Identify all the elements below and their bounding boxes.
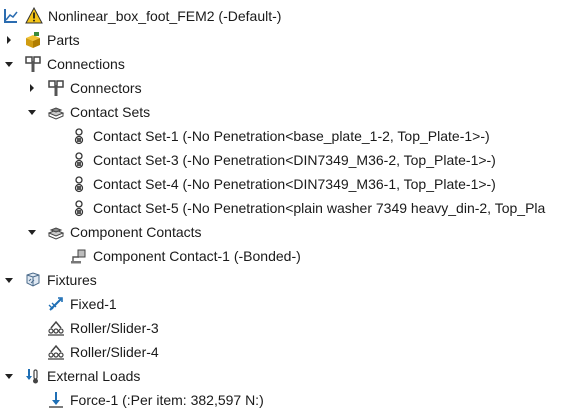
tree-item-fixtures[interactable]: Fixtures [0, 268, 564, 292]
tree-item-fixture[interactable]: Roller/Slider-3 [0, 316, 564, 340]
tree-item-contact-sets[interactable]: Contact Sets [0, 100, 564, 124]
parts-icon [24, 31, 42, 49]
chevron-down-icon[interactable] [3, 274, 15, 286]
tree-item-connectors[interactable]: Connectors [0, 76, 564, 100]
chevron-down-icon[interactable] [26, 106, 38, 118]
roller-slider-icon [47, 343, 65, 361]
chevron-right-icon[interactable] [3, 34, 15, 46]
tree-item-label: Connections [47, 56, 125, 72]
tree-item-label: External Loads [47, 368, 141, 384]
tree-item-component-contact[interactable]: Component Contact-1 (-Bonded-) [0, 244, 564, 268]
study-icon [2, 7, 20, 25]
tree-item-label: Fixtures [47, 272, 97, 288]
tree-item-label: Parts [47, 32, 80, 48]
tree-item-label: Component Contacts [70, 224, 202, 240]
tree-item-contact-set[interactable]: Contact Set-5 (-No Penetration<plain was… [0, 196, 564, 220]
contact-set-icon [70, 175, 88, 193]
component-contacts-icon [47, 223, 65, 241]
external-loads-icon [24, 367, 42, 385]
tree-item-contact-set[interactable]: Contact Set-1 (-No Penetration<base_plat… [0, 124, 564, 148]
tree-item-load[interactable]: Force-1 (:Per item: 382,597 N:) [0, 388, 564, 412]
chevron-down-icon[interactable] [3, 58, 15, 70]
connections-icon [24, 55, 42, 73]
tree-item-label: Component Contact-1 (-Bonded-) [93, 248, 301, 264]
tree-item-label: Roller/Slider-4 [70, 344, 159, 360]
chevron-down-icon[interactable] [3, 370, 15, 382]
contact-set-icon [70, 127, 88, 145]
tree-item-contact-set[interactable]: Contact Set-4 (-No Penetration<DIN7349_M… [0, 172, 564, 196]
tree-item-label: Contact Set-3 (-No Penetration<DIN7349_M… [93, 152, 496, 168]
tree-item-component-contacts[interactable]: Component Contacts [0, 220, 564, 244]
chevron-right-icon[interactable] [26, 82, 38, 94]
tree-root-label: Nonlinear_box_foot_FEM2 (-Default-) [48, 8, 282, 24]
tree-item-label: Connectors [70, 80, 142, 96]
warning-icon [25, 7, 43, 25]
tree-root-row[interactable]: Nonlinear_box_foot_FEM2 (-Default-) [0, 4, 564, 28]
tree-item-label: Fixed-1 [70, 296, 117, 312]
tree-item-contact-set[interactable]: Contact Set-3 (-No Penetration<DIN7349_M… [0, 148, 564, 172]
tree-item-label: Contact Set-5 (-No Penetration<plain was… [93, 200, 546, 216]
connectors-icon [47, 79, 65, 97]
tree-item-external-loads[interactable]: External Loads [0, 364, 564, 388]
tree-item-connections[interactable]: Connections [0, 52, 564, 76]
fixtures-icon [24, 271, 42, 289]
tree-item-label: Contact Set-4 (-No Penetration<DIN7349_M… [93, 176, 496, 192]
roller-slider-icon [47, 319, 65, 337]
tree-item-label: Contact Set-1 (-No Penetration<base_plat… [93, 128, 490, 144]
tree-item-label: Roller/Slider-3 [70, 320, 159, 336]
tree-item-parts[interactable]: Parts [0, 28, 564, 52]
feature-tree: Nonlinear_box_foot_FEM2 (-Default-) Part… [0, 0, 564, 412]
tree-item-fixture[interactable]: Fixed-1 [0, 292, 564, 316]
chevron-down-icon[interactable] [26, 226, 38, 238]
contact-sets-icon [47, 103, 65, 121]
tree-item-label: Contact Sets [70, 104, 151, 120]
contact-set-icon [70, 199, 88, 217]
component-contact-icon [70, 247, 88, 265]
tree-item-label: Force-1 (:Per item: 382,597 N:) [70, 392, 264, 408]
force-arrow-icon [47, 391, 65, 409]
tree-item-fixture[interactable]: Roller/Slider-4 [0, 340, 564, 364]
fixed-geometry-icon [47, 295, 65, 313]
contact-set-icon [70, 151, 88, 169]
